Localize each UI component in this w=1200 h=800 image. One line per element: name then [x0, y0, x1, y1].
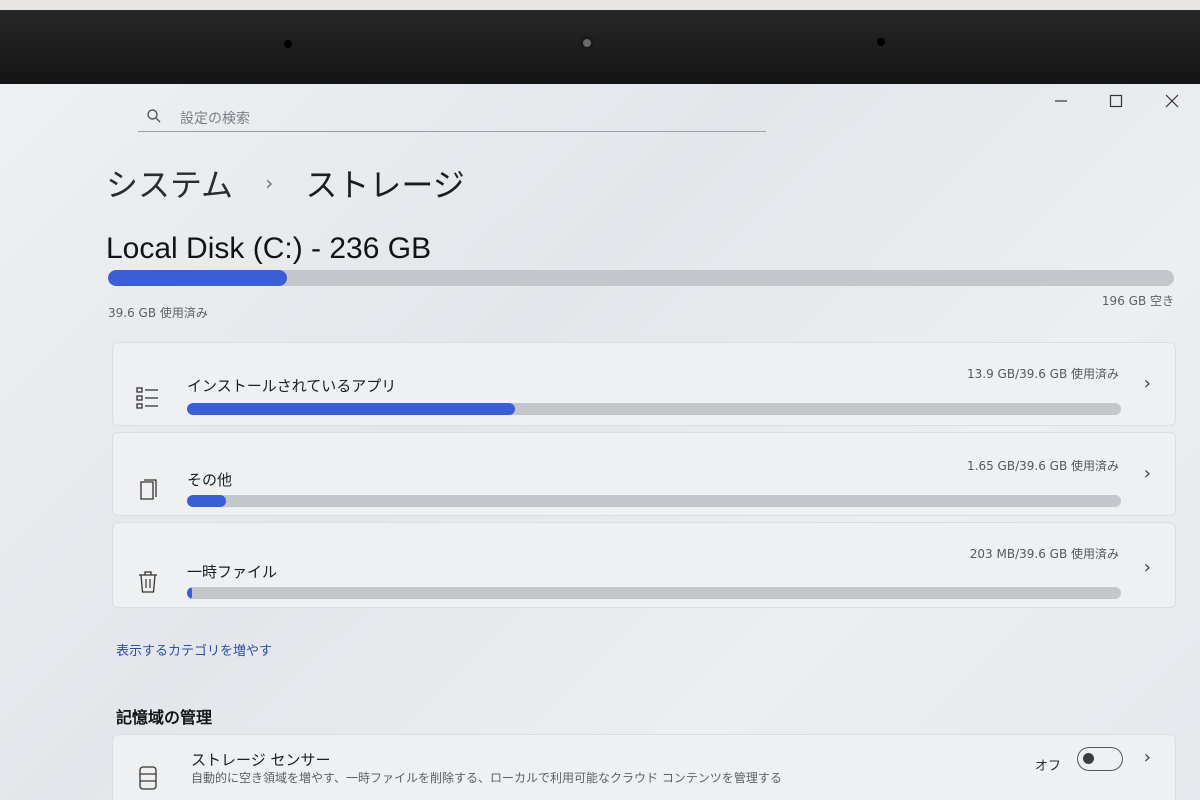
toggle-state-label: オフ [1034, 759, 1061, 774]
page-title: ストレージ [305, 166, 465, 204]
category-title: 一時ファイル [187, 563, 278, 581]
webcam-lens [580, 36, 594, 50]
category-title: インストールされているアプリ [187, 377, 397, 395]
chevron-right-icon: › [1143, 463, 1151, 484]
category-usage-fill [187, 495, 227, 507]
disk-title: Local Disk (C:) - 236 GB [106, 232, 432, 265]
minimize-icon[interactable] [1052, 92, 1070, 110]
category-usage-bar [187, 495, 1121, 507]
storage-sense-card[interactable]: ストレージ センサー 自動的に空き領域を増やす、一時ファイルを削除する、ローカル… [112, 734, 1176, 800]
toggle-knob [1083, 753, 1094, 764]
category-card-other[interactable]: その他 1.65 GB/39.6 GB 使用済み › [112, 432, 1176, 516]
category-usage-bar [187, 587, 1121, 599]
chevron-right-icon[interactable]: › [1144, 747, 1151, 768]
disk-usage-fill [108, 270, 288, 286]
storage-sense-toggle[interactable] [1077, 747, 1123, 771]
category-title: その他 [187, 471, 233, 489]
category-card-temp-files[interactable]: 一時ファイル 203 MB/39.6 GB 使用済み › [112, 522, 1176, 608]
category-usage: 13.9 GB/39.6 GB 使用済み [967, 367, 1119, 381]
chevron-right-icon: › [265, 171, 274, 195]
storage-sense-title: ストレージ センサー [191, 751, 331, 769]
breadcrumb-parent[interactable]: システム [106, 166, 233, 204]
category-usage-fill [187, 403, 515, 415]
search-icon [147, 109, 161, 123]
chevron-right-icon: › [1143, 557, 1151, 578]
search-box[interactable]: 設定の検索 [138, 102, 766, 132]
category-card-installed-apps[interactable]: インストールされているアプリ 13.9 GB/39.6 GB 使用済み › [112, 342, 1176, 426]
sensor-dot [284, 40, 292, 48]
storage-drive-icon [139, 766, 157, 790]
settings-window: 設定の検索 システム › ストレージ Local Disk (C:) - 236… [0, 84, 1200, 800]
section-title-storage-management: 記憶域の管理 [116, 708, 213, 727]
disk-usage-bar [108, 270, 1174, 286]
close-icon[interactable] [1163, 92, 1181, 110]
disk-free-label: 196 GB 空き [1101, 294, 1174, 308]
category-usage-bar [187, 403, 1121, 415]
show-more-categories-link[interactable]: 表示するカテゴリを増やす [116, 640, 272, 659]
category-usage: 203 MB/39.6 GB 使用済み [969, 547, 1119, 561]
app-list-icon [136, 387, 158, 409]
category-usage-fill [187, 587, 192, 599]
disk-used-label: 39.6 GB 使用済み [108, 306, 208, 320]
breadcrumb: システム › ストレージ [106, 160, 465, 206]
sensor-dot [877, 38, 885, 46]
category-usage: 1.65 GB/39.6 GB 使用済み [967, 459, 1119, 473]
search-placeholder: 設定の検索 [180, 111, 250, 127]
trash-icon [139, 571, 157, 593]
device-bezel [0, 0, 1200, 84]
document-stack-icon [140, 479, 157, 500]
storage-sense-description: 自動的に空き領域を増やす、一時ファイルを削除する、ローカルで利用可能なクラウド … [191, 771, 782, 785]
chevron-right-icon: › [1143, 373, 1151, 394]
maximize-icon[interactable] [1107, 92, 1125, 110]
bezel-edge [0, 0, 1200, 10]
